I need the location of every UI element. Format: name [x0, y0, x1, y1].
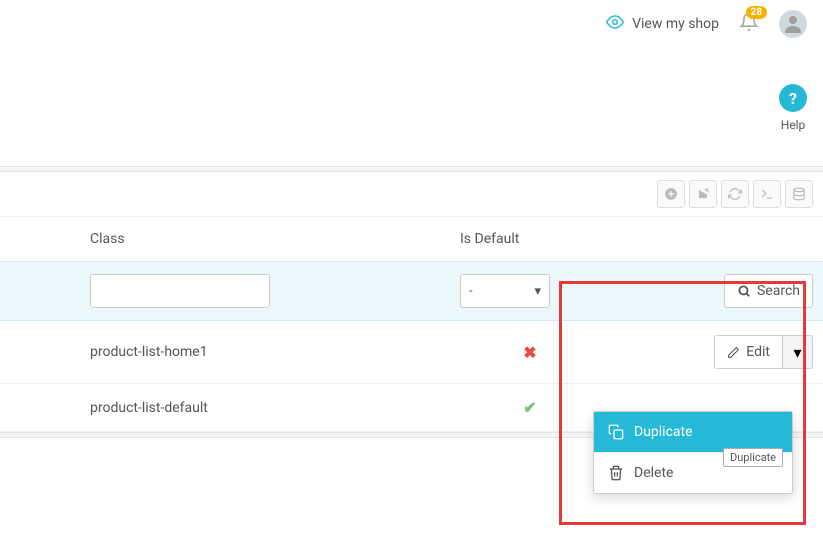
filter-default-value: -: [469, 284, 473, 299]
dropdown-delete-label: Delete: [634, 465, 673, 481]
content-wrap: Class Is Default - ▾ Search product-list…: [0, 166, 823, 438]
toolbar-terminal-button[interactable]: [753, 180, 781, 208]
edit-label: Edit: [746, 344, 770, 360]
copy-icon: [608, 424, 624, 440]
table-header: Class Is Default: [0, 217, 823, 261]
row-class-value: product-list-home1: [90, 344, 460, 360]
filter-class-input[interactable]: [90, 274, 270, 308]
notifications-badge: 28: [746, 6, 767, 19]
search-icon: [737, 284, 751, 298]
edit-button[interactable]: Edit: [714, 335, 783, 369]
toolbar-export-button[interactable]: [689, 180, 717, 208]
col-class-header: Class: [90, 231, 460, 247]
x-icon: ✖: [523, 343, 536, 362]
person-icon: [781, 12, 805, 36]
refresh-icon: [728, 187, 742, 201]
tooltip: Duplicate: [723, 448, 783, 467]
check-icon: ✔: [523, 398, 536, 417]
panel: Class Is Default - ▾ Search product-list…: [0, 171, 823, 433]
pencil-icon: [727, 346, 740, 359]
view-shop-label: View my shop: [632, 16, 719, 32]
top-bar: View my shop 28: [0, 0, 823, 48]
profile-avatar[interactable]: [779, 10, 807, 38]
terminal-icon: [760, 187, 774, 201]
toolbar-database-button[interactable]: [785, 180, 813, 208]
chevron-down-icon: ▾: [534, 284, 541, 299]
filter-row: - ▾ Search: [0, 261, 823, 321]
dropdown-duplicate-label: Duplicate: [634, 424, 693, 440]
row-actions-caret[interactable]: ▾: [783, 335, 813, 369]
search-button[interactable]: Search: [724, 274, 813, 308]
caret-down-icon: ▾: [793, 343, 801, 362]
eye-icon: [606, 13, 624, 35]
help-label: Help: [779, 118, 807, 132]
table-row: product-list-home1 ✖ Edit ▾: [0, 321, 823, 384]
share-icon: [696, 187, 710, 201]
row-default-value: ✔: [460, 398, 600, 417]
row-actions: Edit ▾: [714, 335, 813, 369]
search-label: Search: [757, 283, 800, 299]
toolbar-refresh-button[interactable]: [721, 180, 749, 208]
filter-default-select[interactable]: - ▾: [460, 274, 550, 308]
help-button[interactable]: ?: [779, 84, 807, 112]
view-shop-link[interactable]: View my shop: [606, 13, 719, 35]
help-area: ? Help: [779, 84, 807, 132]
col-default-header: Is Default: [460, 231, 600, 247]
notifications-button[interactable]: 28: [739, 12, 759, 36]
row-class-value: product-list-default: [90, 400, 460, 416]
row-default-value: ✖: [460, 343, 600, 362]
dropdown-duplicate[interactable]: Duplicate: [594, 412, 792, 452]
trash-icon: [608, 465, 624, 481]
toolbar-add-button[interactable]: [657, 180, 685, 208]
plus-circle-icon: [664, 187, 678, 201]
question-icon: ?: [789, 89, 797, 108]
database-icon: [792, 187, 806, 201]
toolbar: [0, 172, 823, 217]
